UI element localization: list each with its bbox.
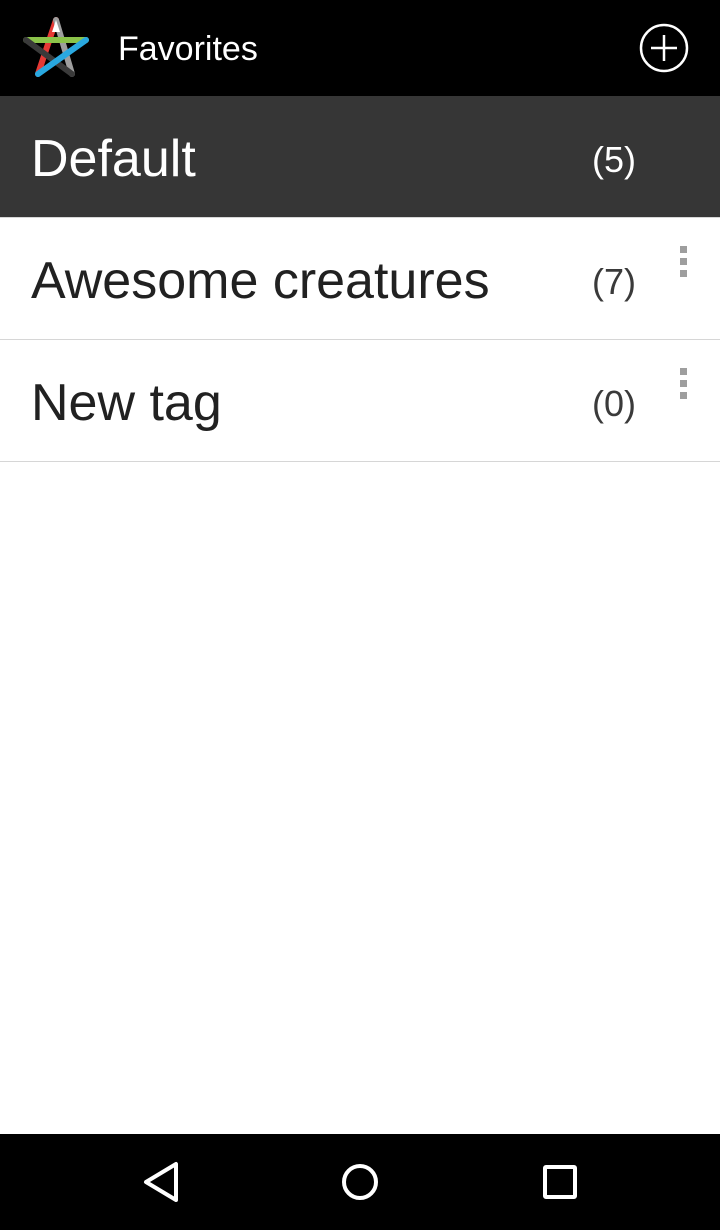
tag-count: (0) <box>592 383 636 424</box>
home-circle-icon[interactable] <box>330 1154 390 1210</box>
tag-row-awesome-creatures[interactable]: Awesome creatures (7) <box>0 218 720 340</box>
tag-name: Default <box>31 130 196 188</box>
rainbow-star-icon <box>23 17 89 77</box>
tag-name: New tag <box>31 374 222 432</box>
system-nav-bar <box>0 1134 720 1230</box>
app-bar: Favorites <box>0 0 720 96</box>
favorites-screen: Favorites Default (5) Awesome creatures … <box>0 0 720 1230</box>
tag-row-default[interactable]: Default (5) <box>0 96 720 218</box>
tag-count: (7) <box>592 261 636 302</box>
recents-square-icon[interactable] <box>530 1154 590 1210</box>
add-circle-icon[interactable] <box>638 22 690 74</box>
tag-count: (5) <box>592 139 636 180</box>
tag-list: Default (5) Awesome creatures (7) New ta… <box>0 96 720 462</box>
tag-row-new-tag[interactable]: New tag (0) <box>0 340 720 462</box>
overflow-menu-icon[interactable] <box>664 238 704 286</box>
back-triangle-icon[interactable] <box>130 1154 190 1210</box>
tag-name: Awesome creatures <box>31 252 490 310</box>
app-title: Favorites <box>118 30 258 68</box>
overflow-menu-icon[interactable] <box>664 360 704 408</box>
